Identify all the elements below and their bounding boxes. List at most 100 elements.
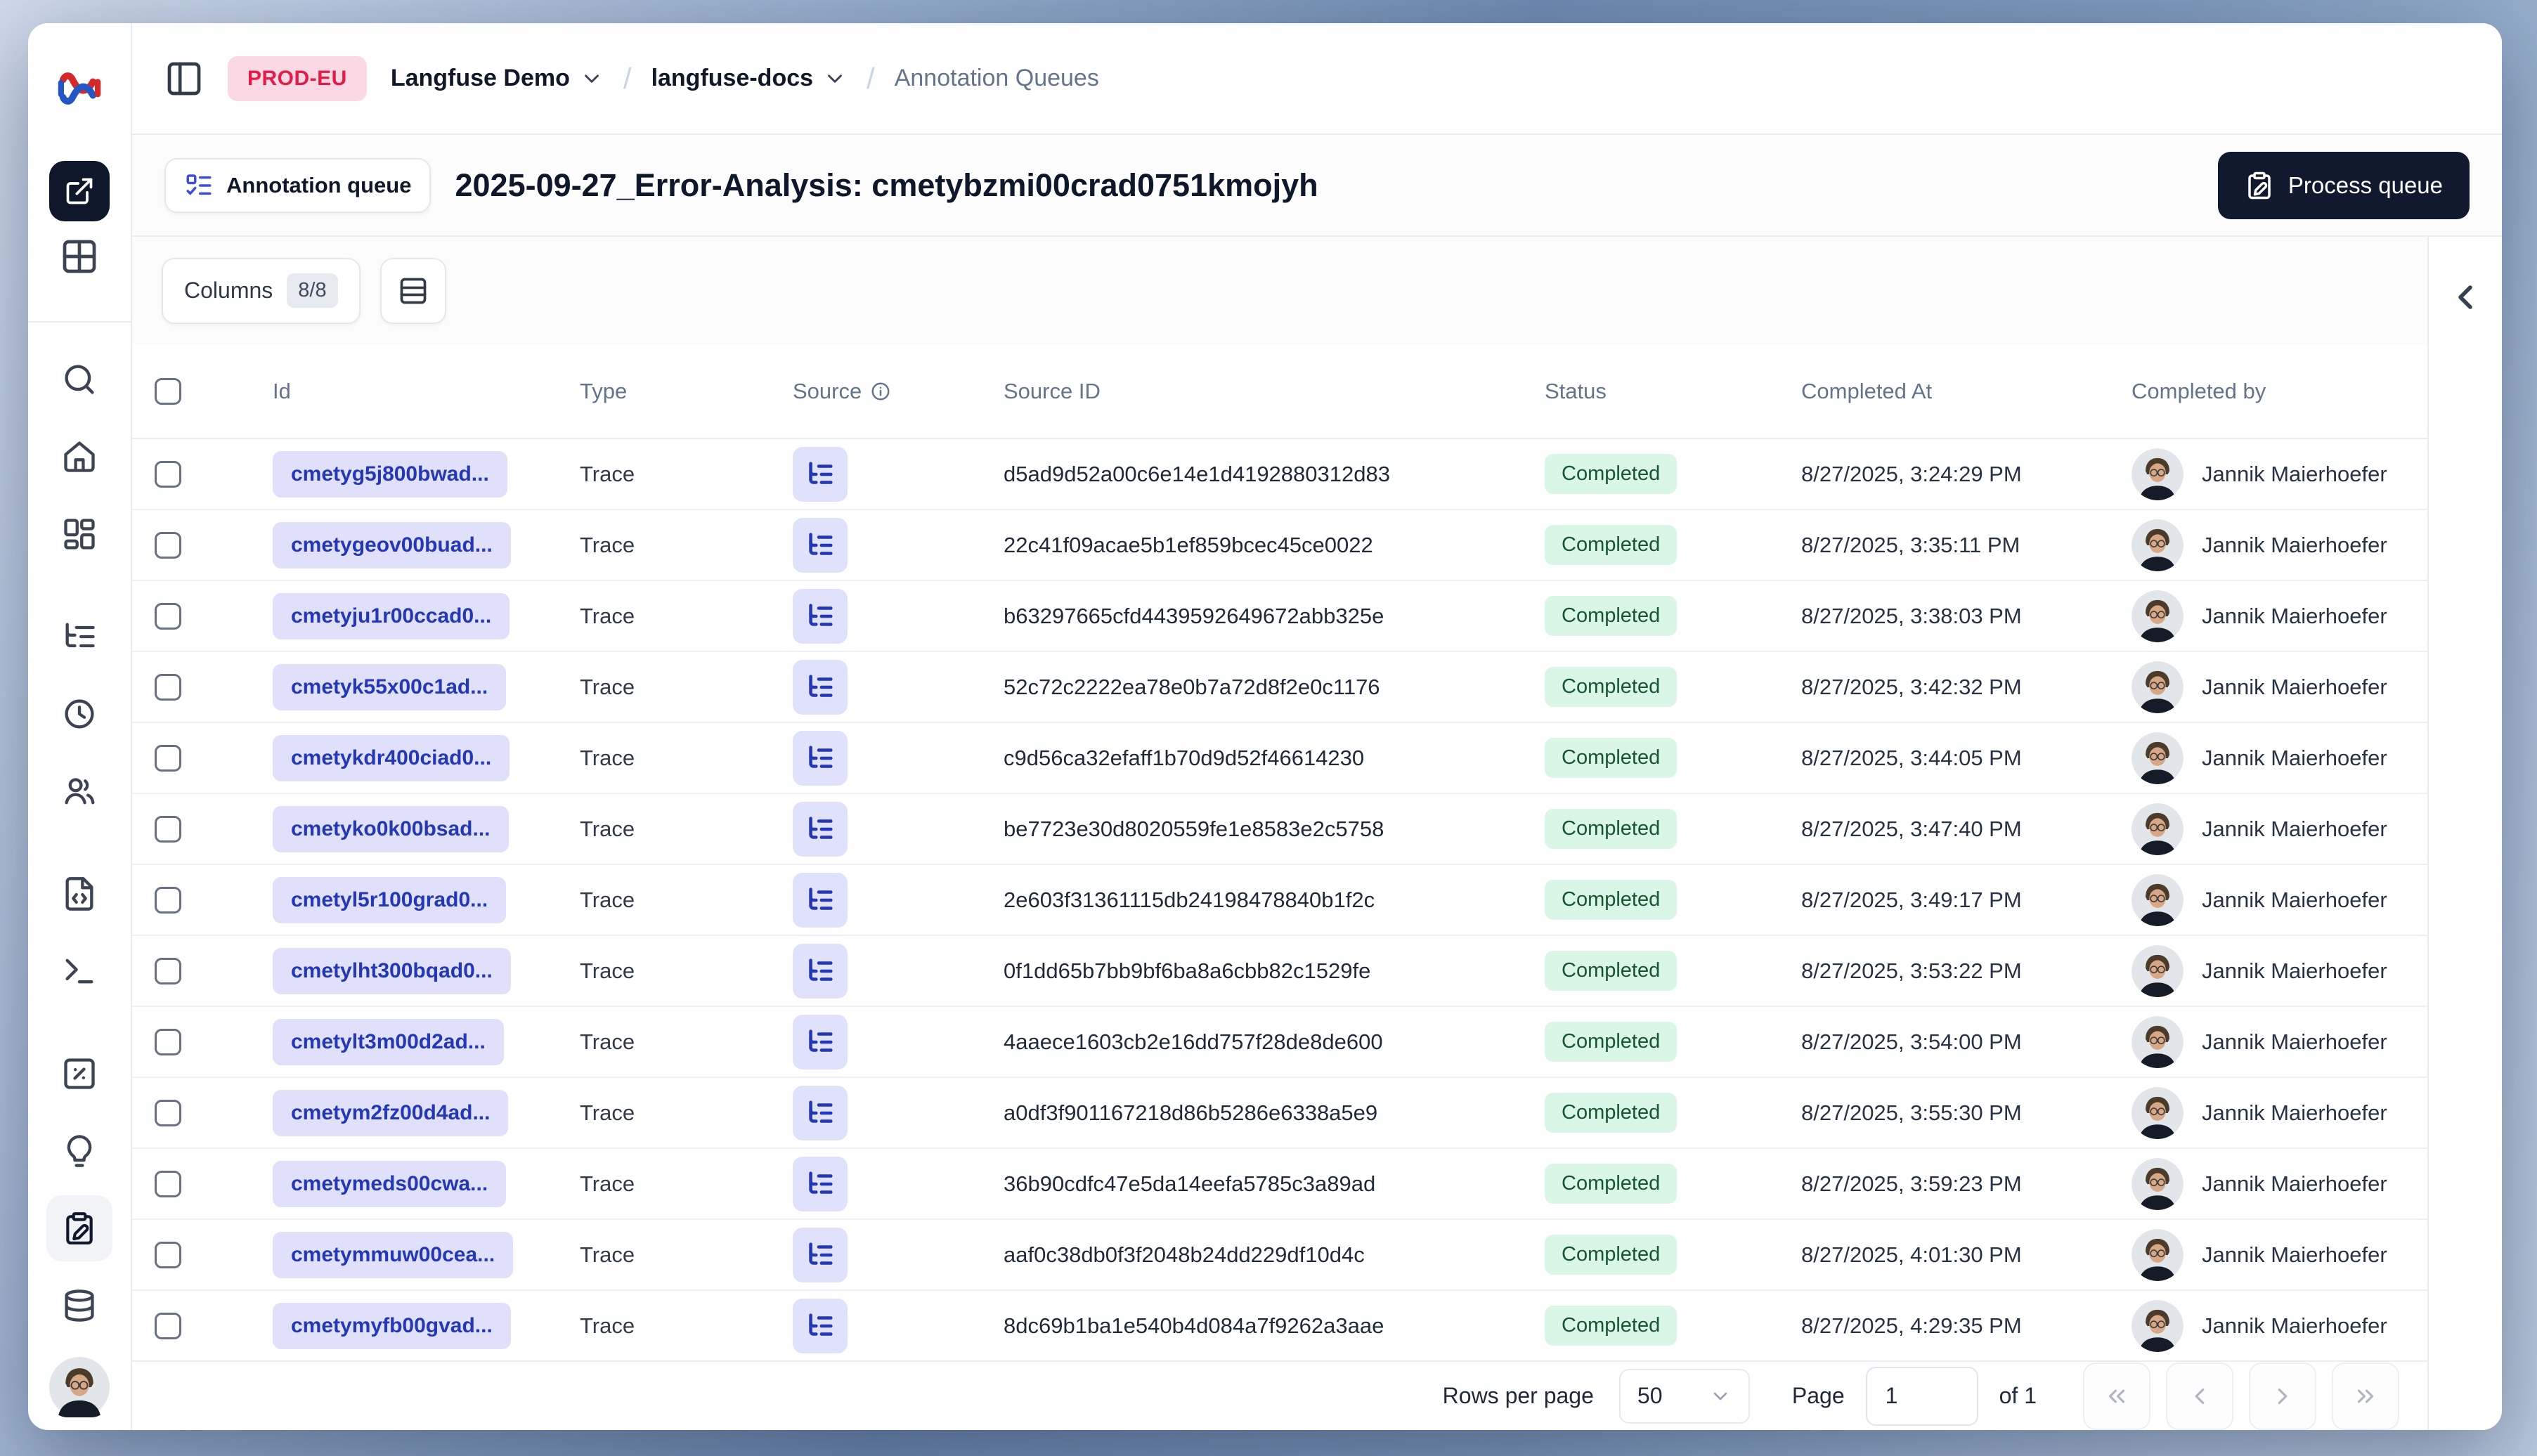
sidebar-item-sessions-clock[interactable] [41,675,118,753]
table-row[interactable]: cmetyg5j800bwad... Trace d5ad9d52a00c6e1… [132,439,2427,510]
item-id-link[interactable]: cmetyko0k00bsad... [273,805,509,852]
rows-per-page-select[interactable]: 50 [1618,1368,1750,1424]
sessions-clock-icon [61,696,98,732]
sidebar-item-traces[interactable] [41,598,118,675]
item-id-link[interactable]: cmetykdr400ciad0... [273,734,510,781]
status-badge: Completed [1545,1164,1678,1204]
column-header-status[interactable]: Status [1545,379,1801,404]
item-id-link[interactable]: cmetylht300bqad0... [273,947,511,994]
sidebar-item-evaluation[interactable] [41,1035,118,1112]
table-row[interactable]: cmetyju1r00ccad0... Trace b63297665cfd44… [132,581,2427,652]
trace-source-icon[interactable] [793,943,848,999]
table-row[interactable]: cmetyk55x00c1ad... Trace 52c72c2222ea78e… [132,652,2427,723]
trace-source-icon[interactable] [793,1085,848,1140]
row-checkbox[interactable] [155,673,181,701]
table-row[interactable]: cmetymeds00cwa... Trace 36b90cdfc47e5da1… [132,1149,2427,1220]
row-checkbox[interactable] [155,1170,181,1197]
row-checkbox[interactable] [155,1241,181,1268]
item-id-link[interactable]: cmetyl5r100grad0... [273,876,507,923]
item-type: Trace [580,745,635,770]
breadcrumb-item[interactable]: langfuse-docs [651,65,847,92]
item-id-link[interactable]: cmetymmuw00cea... [273,1231,514,1278]
sidebar-item-search[interactable] [41,341,118,418]
item-id-link[interactable]: cmetym2fz00d4ad... [273,1089,509,1136]
table-row[interactable]: cmetykdr400ciad0... Trace c9d56ca32efaff… [132,723,2427,794]
item-id-link[interactable]: cmetymyfb00gvad... [273,1302,511,1349]
row-checkbox[interactable] [155,744,181,772]
item-id-link[interactable]: cmetyk55x00c1ad... [273,663,507,710]
table-row[interactable]: cmetylht300bqad0... Trace 0f1dd65b7bb9bf… [132,936,2427,1007]
completed-at: 8/27/2025, 3:35:11 PM [1801,532,2020,557]
item-id-link[interactable]: cmetygeov00buad... [273,521,511,568]
item-id-link[interactable]: cmetymeds00cwa... [273,1160,507,1207]
table-row[interactable]: cmetyl5r100grad0... Trace 2e603f31361115… [132,865,2427,936]
chevron-left-button[interactable] [2166,1362,2233,1430]
table-row[interactable]: cmetymyfb00gvad... Trace 8dc69b1ba1e540b… [132,1291,2427,1362]
collapse-panel-icon[interactable] [2446,278,2485,317]
select-all-checkbox[interactable] [155,377,181,405]
user-avatar[interactable] [49,1357,110,1417]
sidebar-item-users[interactable] [41,753,118,830]
item-id-link[interactable]: cmetylt3m00d2ad... [273,1018,504,1065]
process-queue-button[interactable]: Process queue [2217,151,2470,219]
row-checkbox[interactable] [155,815,181,843]
sidebar-item-external-link[interactable] [49,161,110,221]
sidebar-item-dashboard[interactable] [41,495,118,573]
trace-source-icon[interactable] [793,801,848,857]
column-header-type[interactable]: Type [580,379,793,404]
table-row[interactable]: cmetylt3m00d2ad... Trace 4aaece1603cb2e1… [132,1007,2427,1078]
trace-source-icon[interactable] [793,1298,848,1353]
langfuse-logo-icon[interactable] [56,65,103,112]
trace-source-icon[interactable] [793,872,848,928]
table-row[interactable]: cmetygeov00buad... Trace 22c41f09acae5b1… [132,510,2427,581]
item-id-link[interactable]: cmetyju1r00ccad0... [273,592,510,639]
sidebar-item-annotation[interactable] [46,1195,112,1261]
row-height-button[interactable] [379,257,446,324]
row-checkbox[interactable] [155,1028,181,1055]
page-input[interactable] [1865,1366,1978,1426]
table-row[interactable]: cmetymmuw00cea... Trace aaf0c38db0f3f204… [132,1220,2427,1291]
trace-tree-icon [804,600,836,632]
row-checkbox[interactable] [155,1099,181,1126]
completed-at: 8/27/2025, 3:59:23 PM [1801,1171,2022,1196]
row-checkbox[interactable] [155,886,181,914]
row-checkbox[interactable] [155,957,181,984]
sidebar-item-table[interactable] [41,221,118,292]
breadcrumb-item[interactable]: Langfuse Demo [391,65,604,92]
table-row[interactable]: cmetyko0k00bsad... Trace be7723e30d80205… [132,794,2427,865]
trace-source-icon[interactable] [793,446,848,502]
chevron-right-button[interactable] [2249,1362,2316,1430]
row-checkbox[interactable] [155,1312,181,1339]
trace-source-icon[interactable] [793,659,848,715]
sidebar-item-prompts[interactable] [41,855,118,932]
sidebar-toggle-icon[interactable] [164,59,204,98]
sidebar-item-datasets[interactable] [41,1267,118,1344]
trace-source-icon[interactable] [793,588,848,644]
column-header-completed-by[interactable]: Completed by [2132,379,2427,404]
item-id-link[interactable]: cmetyg5j800bwad... [273,450,507,498]
sidebar-item-lightbulb[interactable] [41,1112,118,1190]
annotation-queue-badge[interactable]: Annotation queue [164,157,432,213]
environment-badge[interactable]: PROD-EU [228,56,367,101]
source-id: d5ad9d52a00c6e14e1d4192880312d83 [1004,461,1390,486]
trace-source-icon[interactable] [793,1014,848,1070]
column-header-id[interactable]: Id [273,379,580,404]
row-checkbox[interactable] [155,602,181,630]
trace-source-icon[interactable] [793,517,848,573]
breadcrumb-item[interactable]: Annotation Queues [895,65,1099,92]
column-header-source[interactable]: Source [793,379,1004,404]
column-header-source-id[interactable]: Source ID [1004,379,1545,404]
sidebar-item-playground[interactable] [41,932,118,1010]
row-checkbox[interactable] [155,460,181,488]
sidebar-item-home[interactable] [41,418,118,495]
row-checkbox[interactable] [155,531,181,559]
column-header-completed-at[interactable]: Completed At [1801,379,2132,404]
chevrons-left-button[interactable] [2083,1362,2150,1430]
trace-source-icon[interactable] [793,730,848,786]
content-area: Columns 8/8 Id Type Source Source ID Sta… [132,237,2502,1430]
trace-source-icon[interactable] [793,1156,848,1211]
table-row[interactable]: cmetym2fz00d4ad... Trace a0df3f901167218… [132,1078,2427,1149]
chevrons-right-button[interactable] [2332,1362,2399,1430]
columns-button[interactable]: Columns 8/8 [162,257,361,324]
trace-source-icon[interactable] [793,1227,848,1282]
